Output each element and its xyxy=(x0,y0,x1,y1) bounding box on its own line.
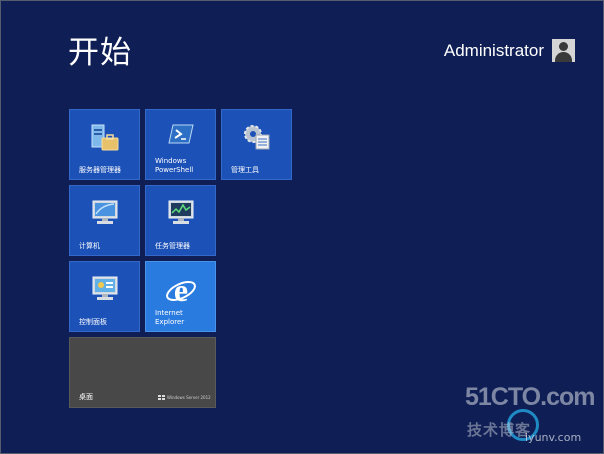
user-account[interactable]: Administrator xyxy=(444,39,575,62)
task-manager-icon xyxy=(166,199,196,230)
watermark-text-2: 技术博客 xyxy=(467,421,532,439)
user-avatar-icon[interactable] xyxy=(552,39,575,62)
server-manager-icon xyxy=(89,123,121,156)
computer-icon xyxy=(90,199,120,230)
user-name: Administrator xyxy=(443,40,544,60)
tile-internet-explorer[interactable]: e Internet Explorer xyxy=(145,261,216,332)
windows-server-logo: Windows Server 2012 xyxy=(158,393,211,402)
tile-server-manager[interactable]: 服务器管理器 xyxy=(69,109,140,180)
tile-desktop[interactable]: 桌面 Windows Server 2012 xyxy=(69,337,216,408)
start-screen: 开始 Administrator 服务器管理器 Windows PowerShe… xyxy=(0,0,604,454)
tile-computer[interactable]: 计算机 xyxy=(69,185,140,256)
tile-label: 任务管理器 xyxy=(155,242,190,250)
site-watermark: 51CTO.com 技术博客 iyunv.com xyxy=(465,383,603,453)
start-title: 开始 xyxy=(68,35,132,71)
tile-label: 管理工具 xyxy=(231,166,259,174)
tile-label: 计算机 xyxy=(79,242,100,250)
internet-explorer-icon: e xyxy=(164,272,198,310)
tile-label: 服务器管理器 xyxy=(79,166,121,174)
tile-admin-tools[interactable]: 管理工具 xyxy=(221,109,292,180)
tile-control-panel[interactable]: 控制面板 xyxy=(69,261,140,332)
tile-label: Windows PowerShell xyxy=(155,157,194,174)
tile-powershell[interactable]: Windows PowerShell xyxy=(145,109,216,180)
windows-logo-icon xyxy=(158,395,165,400)
watermark-text-3: iyunv.com xyxy=(525,431,582,444)
svg-text:e: e xyxy=(173,273,187,307)
control-panel-icon xyxy=(90,275,120,306)
tile-task-manager[interactable]: 任务管理器 xyxy=(145,185,216,256)
tile-label: 桌面 xyxy=(79,393,93,401)
windows-server-text: Windows Server 2012 xyxy=(167,395,211,400)
tile-label: Internet Explorer xyxy=(155,309,185,326)
powershell-icon xyxy=(167,123,194,148)
watermark-text-1: 51CTO.com xyxy=(465,383,595,411)
admin-tools-icon xyxy=(242,123,272,154)
tile-label: 控制面板 xyxy=(79,318,107,326)
